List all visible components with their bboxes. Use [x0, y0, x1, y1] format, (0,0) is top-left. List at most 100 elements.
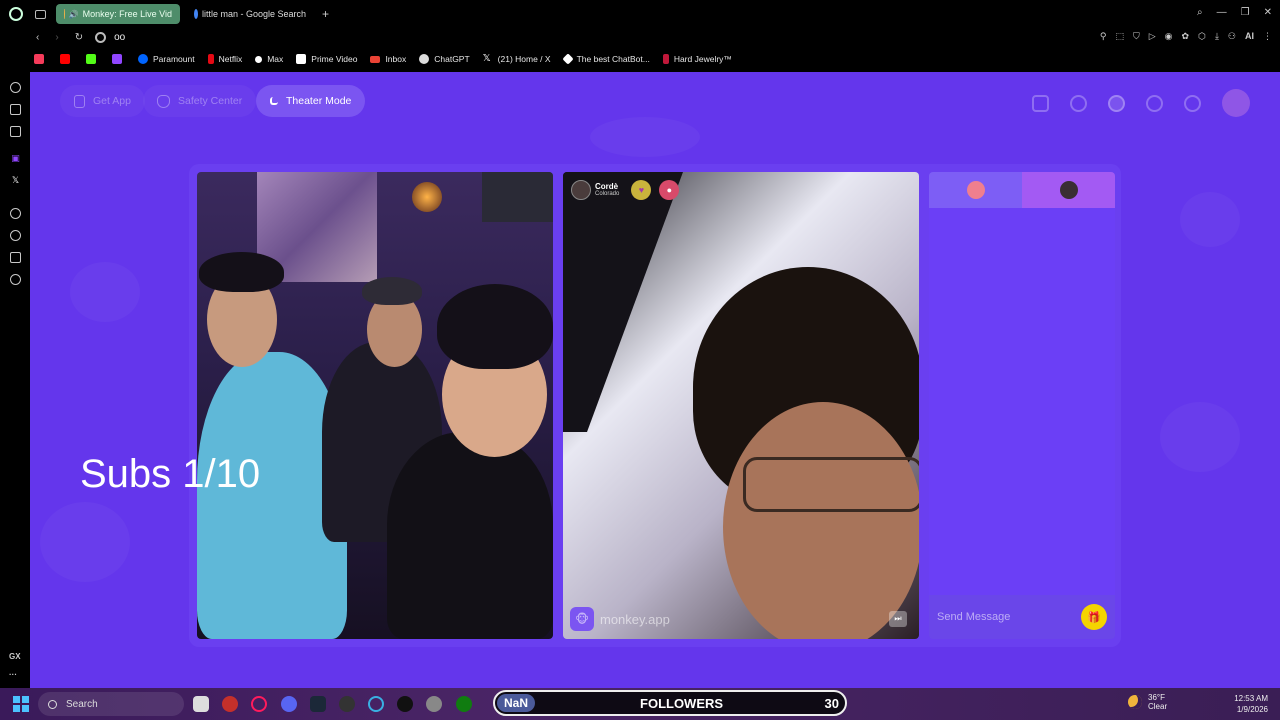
search-tabs-icon[interactable]: ⌕: [1197, 7, 1203, 18]
snapshot-icon[interactable]: ⬚: [1115, 31, 1124, 42]
gx-label[interactable]: GX: [9, 652, 21, 661]
background-blob: [70, 262, 140, 322]
cursor-app-icon[interactable]: [368, 696, 384, 712]
bookmark-label: Max: [267, 54, 284, 64]
tab-monkey[interactable]: 🔊 Monkey: Free Live Vid: [56, 4, 180, 24]
chat-tab-b[interactable]: [1022, 172, 1115, 208]
background-blob: [1160, 402, 1240, 472]
theater-mode-label: Theater Mode: [286, 95, 352, 107]
bookmark-twitch[interactable]: [112, 54, 127, 64]
google-icon: [95, 31, 107, 43]
taskbar-search[interactable]: Search: [38, 692, 184, 716]
expand-icon: [270, 97, 278, 105]
gift-button-icon[interactable]: 🎁: [1081, 604, 1107, 630]
tab-islands-icon[interactable]: [10, 104, 21, 115]
bookmark-icon[interactable]: ⚲: [1100, 31, 1107, 42]
speaker-icon[interactable]: 🔊: [69, 10, 79, 19]
bookmark-netflix[interactable]: Netflix: [207, 54, 242, 64]
max-icon: [255, 55, 263, 63]
bookmark-prime-video[interactable]: Prime Video: [296, 54, 357, 64]
extensions-sidebar-icon[interactable]: [10, 252, 21, 263]
url-input[interactable]: oo: [114, 32, 125, 43]
twitch-sidebar-icon[interactable]: ▣: [10, 153, 21, 164]
extension-icon[interactable]: ✿: [1182, 31, 1190, 42]
speed-dial-icon[interactable]: [10, 82, 21, 93]
history-icon[interactable]: [10, 230, 21, 241]
account-icon[interactable]: ⚇: [1228, 31, 1236, 42]
history-icon[interactable]: [1146, 94, 1163, 112]
store-icon[interactable]: [1032, 94, 1049, 112]
download-icon[interactable]: ⤓: [1215, 31, 1219, 42]
get-app-button[interactable]: Get App: [60, 85, 145, 117]
bookmark-max[interactable]: Max: [255, 54, 283, 64]
obs-icon[interactable]: [339, 696, 355, 712]
clock-time: 12:53 AM: [1234, 694, 1268, 703]
play-icon[interactable]: ▷: [1149, 31, 1156, 42]
chat-tab-a[interactable]: [929, 172, 1022, 208]
skip-next-button[interactable]: ⏭: [889, 611, 907, 627]
steam-icon[interactable]: [310, 696, 326, 712]
bookmark-paramount[interactable]: Paramount: [138, 54, 195, 64]
ai-button[interactable]: AI: [1245, 31, 1254, 42]
heart-badge-icon[interactable]: ♥: [631, 180, 652, 200]
partner-avatar[interactable]: [571, 180, 591, 200]
chat-bubble-icon[interactable]: [1184, 94, 1201, 112]
friends-icon[interactable]: [1108, 94, 1125, 112]
theater-mode-button[interactable]: Theater Mode: [256, 85, 366, 117]
new-tab-button[interactable]: +: [322, 7, 329, 21]
profile-badge-icon[interactable]: ●: [659, 180, 680, 200]
kick-icon: [86, 54, 96, 64]
capcut-icon[interactable]: [397, 696, 413, 712]
system-clock[interactable]: 12:53 AM 1/9/2026: [1234, 693, 1268, 715]
profile-avatar[interactable]: [1222, 89, 1250, 117]
restore-button[interactable]: ❐: [1241, 7, 1250, 18]
bookmark-inbox[interactable]: Inbox: [370, 54, 406, 64]
widget-nan: NaN: [497, 694, 536, 712]
puzzle-icon[interactable]: ⬡: [1198, 31, 1206, 42]
forward-button[interactable]: ›: [55, 32, 58, 43]
minimize-button[interactable]: —: [1217, 7, 1227, 18]
opera-logo-icon[interactable]: [9, 7, 23, 21]
close-button[interactable]: ✕: [1264, 7, 1272, 18]
shield-icon[interactable]: ⛉: [1133, 31, 1140, 42]
back-button[interactable]: ‹: [36, 32, 39, 43]
workspaces-icon[interactable]: [10, 126, 21, 137]
netflix-icon: [207, 54, 214, 64]
menu-icon[interactable]: ⋮: [1263, 31, 1272, 42]
x-sidebar-icon[interactable]: 𝕏: [10, 175, 21, 186]
jewelry-icon: [662, 54, 669, 64]
followers-widget: NaN FOLLOWERS 30: [493, 690, 847, 716]
partner-location: Colorado: [595, 191, 620, 197]
weather-widget[interactable]: 36°F Clear: [1128, 693, 1167, 711]
bookmark-kick[interactable]: [86, 54, 101, 64]
clock-date: 1/9/2026: [1236, 705, 1268, 714]
bookmark-chatgpt[interactable]: ChatGPT: [419, 54, 470, 64]
file-explorer-icon[interactable]: [193, 696, 209, 712]
bookmark-youtube[interactable]: [60, 54, 75, 64]
settings-taskbar-icon[interactable]: [426, 696, 442, 712]
more-button[interactable]: ···: [9, 670, 17, 679]
bookmark-x-home[interactable]: 𝕏 (21) Home / X: [483, 54, 551, 65]
get-app-label: Get App: [93, 95, 131, 107]
settings-icon[interactable]: [10, 274, 21, 285]
player-icon[interactable]: [10, 208, 21, 219]
safety-center-button[interactable]: Safety Center: [143, 85, 257, 117]
search-icon[interactable]: [1070, 94, 1087, 112]
xbox-icon[interactable]: [456, 696, 472, 712]
aria-icon[interactable]: ◉: [1165, 31, 1173, 42]
opera-gx-taskbar-icon[interactable]: [251, 696, 267, 712]
bookmark-label: Hard Jewelry™: [673, 54, 732, 64]
windows-start-icon[interactable]: [13, 696, 29, 712]
bookmark-chatbot[interactable]: The best ChatBot...: [561, 53, 650, 65]
person-middle-cap: [362, 277, 422, 305]
phone-icon: [74, 94, 85, 108]
bookmark-music[interactable]: [34, 54, 49, 64]
discord-icon[interactable]: [281, 696, 297, 712]
tab-google-search[interactable]: little man - Google Search: [186, 4, 314, 24]
reload-button[interactable]: ↻: [75, 32, 83, 43]
bookmark-hard-jewelry[interactable]: Hard Jewelry™: [662, 54, 732, 64]
send-message-input[interactable]: Send Message: [937, 611, 1081, 623]
tab-switcher-icon[interactable]: [35, 9, 46, 19]
subs-overlay-text: Subs 1/10: [80, 452, 261, 496]
app-red-icon[interactable]: [222, 696, 238, 712]
